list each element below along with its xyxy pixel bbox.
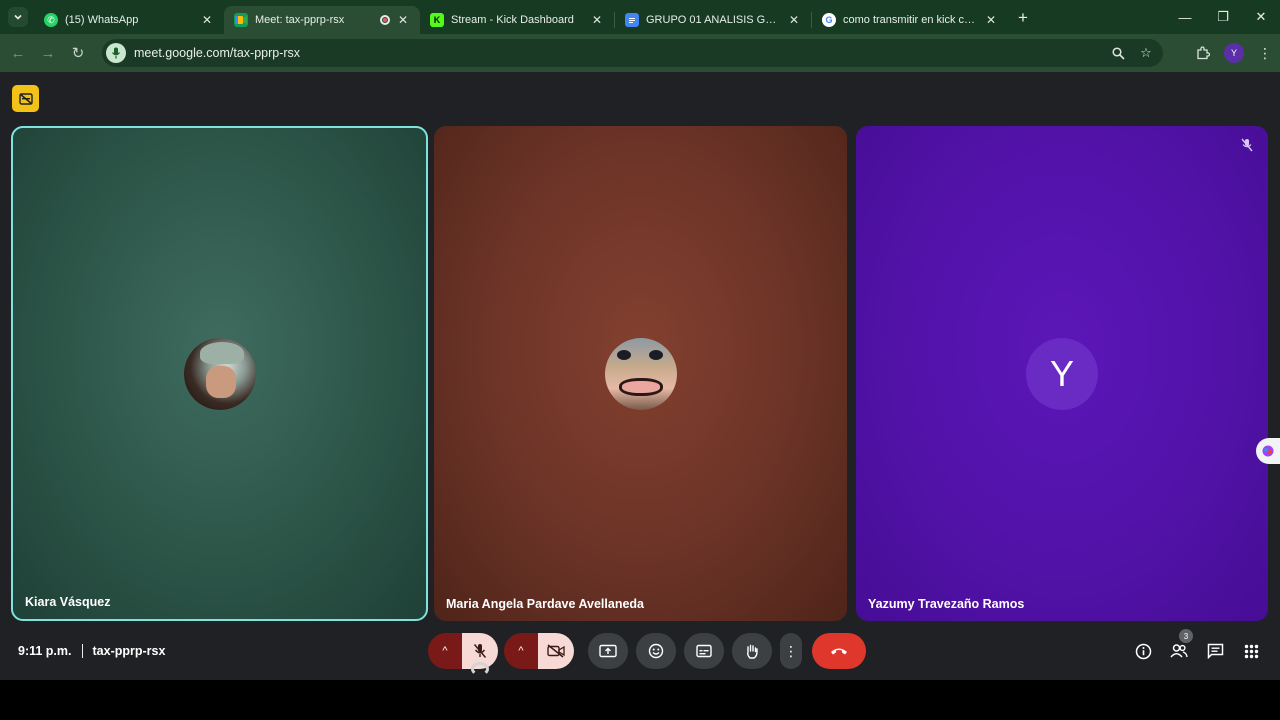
participant-count-badge: 3 xyxy=(1179,629,1193,643)
participant-name: Kiara Vásquez xyxy=(25,595,111,609)
participant-tile-yazumy[interactable]: Y Yazumy Travezaño Ramos xyxy=(856,126,1268,621)
raise-hand-button[interactable] xyxy=(732,633,772,669)
captions-button[interactable] xyxy=(684,633,724,669)
close-window-icon[interactable]: ✕ xyxy=(1242,0,1280,34)
chevron-down-icon xyxy=(14,14,22,20)
reactions-button[interactable] xyxy=(636,633,676,669)
participant-tile-maria[interactable]: Maria Angela Pardave Avellaneda xyxy=(434,126,847,621)
whatsapp-icon: ✆ xyxy=(44,13,58,27)
google-icon: G xyxy=(822,13,836,27)
participant-initial-avatar: Y xyxy=(1026,337,1098,410)
present-screen-icon xyxy=(599,644,617,657)
closed-captions-icon xyxy=(696,644,712,658)
call-controls: ^ ^ ⋮ xyxy=(428,633,866,669)
participant-name: Yazumy Travezaño Ramos xyxy=(868,597,1025,611)
url-text: meet.google.com/tax-pprp-rsx xyxy=(134,46,301,60)
google-meet-icon xyxy=(234,13,248,27)
close-icon[interactable]: ✕ xyxy=(200,13,214,27)
present-screen-button[interactable] xyxy=(588,633,628,669)
new-tab-plus-icon[interactable]: + xyxy=(1018,8,1028,28)
raise-hand-icon xyxy=(747,644,758,659)
tab-kick[interactable]: K Stream - Kick Dashboard ✕ xyxy=(420,6,614,34)
tab-title: como transmitir en kick con ob xyxy=(843,14,978,26)
close-icon[interactable]: ✕ xyxy=(396,13,410,27)
google-docs-icon xyxy=(625,13,639,27)
browser-menu-kebab-icon[interactable]: ⋮ xyxy=(1250,38,1280,68)
current-time: 9:11 p.m. xyxy=(18,644,72,658)
profile-avatar[interactable]: Y xyxy=(1224,43,1244,63)
camera-off-button[interactable] xyxy=(538,633,574,669)
meet-stage: Kiara Vásquez Maria Angela Pardave Avell… xyxy=(0,72,1280,680)
recording-icon xyxy=(380,15,390,25)
mouse-cursor-ring xyxy=(471,662,489,676)
microphone-in-use-icon[interactable] xyxy=(106,43,126,63)
muted-mic-icon xyxy=(1238,136,1256,154)
back-arrow-icon[interactable]: ← xyxy=(3,38,33,68)
kick-icon: K xyxy=(430,13,444,27)
tab-title: Meet: tax-pprp-rsx xyxy=(255,14,345,26)
participant-avatar xyxy=(183,337,256,410)
audio-options-chevron-up-icon[interactable]: ^ xyxy=(428,633,462,669)
reload-icon[interactable]: ↻ xyxy=(63,38,93,68)
meeting-details-info-icon[interactable] xyxy=(1130,638,1156,664)
participant-name: Maria Angela Pardave Avellaneda xyxy=(446,597,645,611)
browser-toolbar: ← → ↻ meet.google.com/tax-pprp-rsx ☆ Y ⋮ xyxy=(0,34,1280,72)
tab-meet[interactable]: Meet: tax-pprp-rsx ✕ xyxy=(224,6,420,34)
bookmark-star-icon[interactable]: ☆ xyxy=(1137,43,1155,63)
video-options-chevron-up-icon[interactable]: ^ xyxy=(504,633,538,669)
close-icon[interactable]: ✕ xyxy=(590,13,604,27)
camera-off-icon xyxy=(547,644,565,658)
more-options-kebab-icon[interactable]: ⋮ xyxy=(780,633,802,669)
close-icon[interactable]: ✕ xyxy=(787,13,801,27)
tab-docs[interactable]: GRUPO 01 ANALISIS GRAMATI ✕ xyxy=(615,6,811,34)
tab-google-search[interactable]: G como transmitir en kick con ob ✕ xyxy=(812,6,1008,34)
meeting-tools-right: 3 xyxy=(1120,629,1264,664)
hang-up-phone-icon xyxy=(831,648,847,655)
divider xyxy=(81,644,83,658)
zoom-search-icon[interactable] xyxy=(1109,43,1127,63)
chat-icon[interactable] xyxy=(1202,638,1228,664)
participant-avatar xyxy=(604,337,677,410)
bottom-black-bar xyxy=(0,680,1280,720)
extensions-puzzle-icon[interactable] xyxy=(1188,38,1218,68)
restore-icon[interactable]: ❐ xyxy=(1204,0,1242,34)
meeting-code: tax-pprp-rsx xyxy=(92,644,166,658)
meeting-info-left: 9:11 p.m. tax-pprp-rsx xyxy=(18,644,165,658)
tab-title: GRUPO 01 ANALISIS GRAMATI xyxy=(646,14,781,26)
toolbar-right: Y ⋮ xyxy=(1188,38,1280,68)
people-icon[interactable]: 3 xyxy=(1166,629,1193,664)
microphone-control: ^ xyxy=(428,633,498,669)
forward-arrow-icon[interactable]: → xyxy=(33,38,63,68)
mic-off-icon xyxy=(473,644,487,658)
window-controls: — ❐ ✕ xyxy=(1166,0,1280,34)
minimize-icon[interactable]: — xyxy=(1166,0,1204,34)
tab-search-button[interactable] xyxy=(8,7,28,27)
activities-grid-icon[interactable] xyxy=(1238,638,1264,664)
tab-title: Stream - Kick Dashboard xyxy=(451,14,574,26)
address-bar-actions: ☆ xyxy=(1109,43,1155,63)
leave-call-button[interactable] xyxy=(812,633,866,669)
address-bar[interactable]: meet.google.com/tax-pprp-rsx ☆ xyxy=(102,39,1163,67)
participant-tile-kiara[interactable]: Kiara Vásquez xyxy=(11,126,428,621)
emoji-smile-icon xyxy=(648,643,664,659)
tab-title: (15) WhatsApp xyxy=(65,14,139,26)
gemini-sparkle-icon[interactable] xyxy=(1256,438,1280,464)
camera-control: ^ xyxy=(504,633,574,669)
screen: ✆ (15) WhatsApp ✕ Meet: tax-pprp-rsx ✕ K… xyxy=(0,0,1280,720)
captions-off-icon[interactable] xyxy=(12,85,39,112)
browser-tab-strip: ✆ (15) WhatsApp ✕ Meet: tax-pprp-rsx ✕ K… xyxy=(0,0,1280,34)
tab-whatsapp[interactable]: ✆ (15) WhatsApp ✕ xyxy=(34,6,224,34)
close-icon[interactable]: ✕ xyxy=(984,13,998,27)
